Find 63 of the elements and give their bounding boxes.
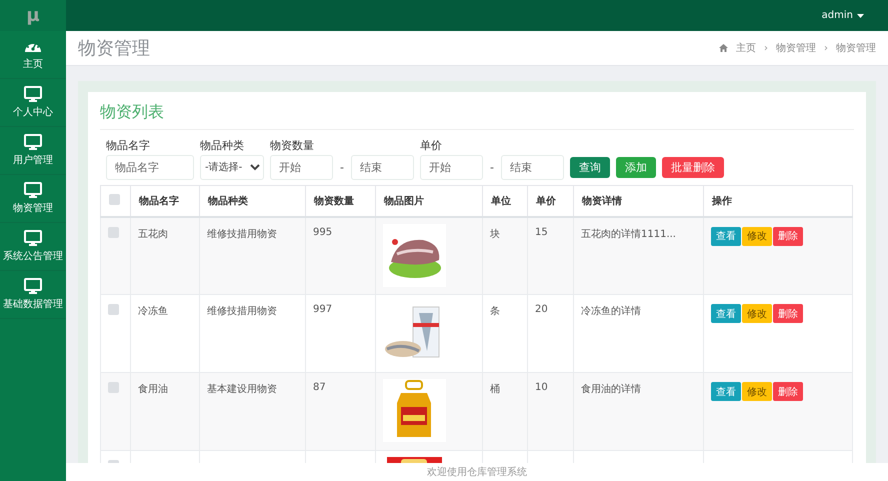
add-button[interactable]: 添加 (616, 157, 656, 178)
user-menu[interactable]: admin (816, 9, 870, 22)
delete-button[interactable]: 删除 (773, 226, 803, 246)
table-cell: 维修技措用物资 (207, 228, 277, 240)
table-cell: 20 (535, 304, 548, 315)
search-button[interactable]: 查询 (570, 157, 610, 178)
breadcrumb-separator: › (764, 42, 768, 54)
table-cell: 冷冻鱼 (138, 306, 168, 317)
table-cell: 五花肉 (138, 228, 168, 240)
monitor-icon (24, 182, 42, 198)
footer-text: 欢迎使用仓库管理系统 (427, 466, 527, 479)
select-all-checkbox[interactable] (109, 194, 120, 205)
edit-button[interactable]: 修改 (742, 226, 772, 246)
to-field[interactable]: 结束 (500, 155, 564, 180)
range-dash: - (490, 161, 494, 174)
table-cell: 桶 (490, 384, 500, 395)
view-button[interactable]: 查看 (711, 226, 741, 246)
from-field[interactable]: 开始 (420, 155, 483, 180)
page-title: 物资管理 (78, 37, 150, 60)
row-checkbox[interactable] (108, 226, 119, 238)
table-cell: 87 (313, 382, 326, 393)
row-checkbox[interactable] (108, 304, 119, 315)
delete-button[interactable]: 删除 (773, 382, 803, 401)
table-cell: 基本建设用物资 (207, 384, 277, 395)
edit-button[interactable]: 修改 (742, 304, 772, 323)
logo: μ (26, 5, 40, 26)
monitor-icon (24, 134, 42, 150)
breadcrumb-link[interactable]: 物资管理 (776, 41, 816, 55)
table-cell: 块 (490, 228, 500, 240)
delete-button[interactable]: 删除 (773, 304, 803, 323)
table-cell: 维修技措用物资 (207, 306, 277, 317)
caret-icon (857, 14, 864, 18)
to-field[interactable]: 结束 (350, 155, 414, 180)
card-title: 物资列表 (100, 102, 854, 130)
name-field[interactable]: 物品名字 (106, 155, 194, 180)
table-cell: 食用油的详情 (581, 384, 641, 395)
edit-button[interactable]: 修改 (742, 382, 772, 401)
from-field[interactable]: 开始 (270, 155, 333, 180)
breadcrumb-separator: › (824, 42, 828, 54)
table-cell: 食用油 (138, 384, 168, 395)
filter-label: 物品种类 (200, 138, 245, 153)
table-cell: 10 (535, 382, 548, 393)
table-cell: 条 (490, 306, 500, 317)
breadcrumb-link[interactable]: 物资管理 (836, 41, 876, 55)
type-select[interactable]: -请选择- (200, 155, 264, 180)
view-button[interactable]: 查看 (711, 382, 741, 401)
delete-button[interactable]: 批量删除 (662, 157, 724, 178)
table-cell: 995 (313, 226, 332, 238)
filter-label: 单价 (420, 138, 443, 153)
monitor-icon (24, 86, 42, 102)
filter-label: 物品名字 (106, 138, 151, 153)
table-cell: 997 (313, 304, 332, 315)
monitor-icon (24, 278, 42, 294)
filter-label: 物资数量 (270, 138, 315, 153)
table-cell: 15 (535, 226, 548, 238)
breadcrumb-link[interactable]: 主页 (736, 41, 756, 55)
table-cell: 五花肉的详情1111... (581, 228, 676, 240)
home-icon (719, 44, 728, 52)
range-dash: - (340, 161, 344, 174)
row-checkbox[interactable] (108, 382, 119, 393)
monitor-icon (24, 230, 42, 246)
table-cell: 冷冻鱼的详情 (581, 306, 641, 317)
view-button[interactable]: 查看 (711, 304, 741, 323)
